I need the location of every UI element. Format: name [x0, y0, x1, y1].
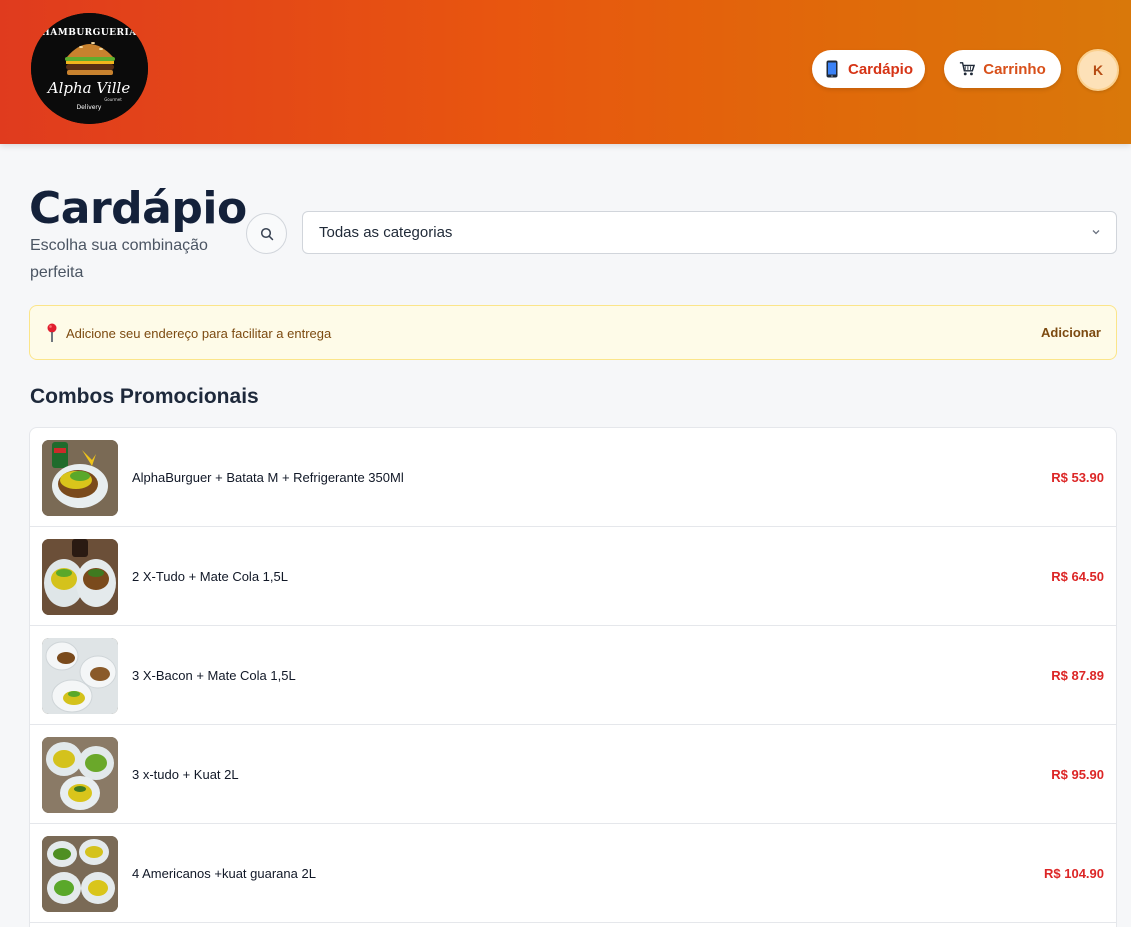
combo-list: AlphaBurguer + Batata M + Refrigerante 3… — [29, 427, 1117, 927]
top-header: Alpha Ville Gourmet Delivery HAMBURGUERI… — [0, 0, 1131, 144]
pushpin-icon — [47, 323, 57, 342]
chevron-down-icon — [1092, 230, 1100, 235]
address-banner-message: Adicione seu endereço para facilitar a e… — [66, 326, 332, 341]
list-item[interactable]: 3 x-tudo + Kuat 2L R$ 95.90 — [30, 725, 1116, 824]
svg-text:HAMBURGUERIA: HAMBURGUERIA — [41, 28, 137, 38]
list-item[interactable]: 3 X-Bacon + Mate Cola 1,5L R$ 87.89 — [30, 626, 1116, 725]
search-button[interactable] — [246, 213, 287, 254]
user-avatar[interactable]: K — [1077, 49, 1119, 91]
menu-nav-button[interactable]: Cardápio — [812, 50, 925, 88]
section-title: Combos Promocionais — [30, 385, 259, 408]
page-subtitle: Escolha sua combinação perfeita — [30, 237, 208, 281]
combo-name: 2 X-Tudo + Mate Cola 1,5L — [132, 569, 288, 584]
brand-logo[interactable]: Alpha Ville Gourmet Delivery HAMBURGUERI… — [31, 13, 148, 124]
mobile-phone-icon — [824, 60, 840, 78]
combo-name: AlphaBurguer + Batata M + Refrigerante 3… — [132, 470, 404, 485]
add-address-link[interactable]: Adicionar — [1041, 325, 1101, 340]
product-image — [42, 737, 118, 813]
combo-name: 4 Americanos +kuat guarana 2L — [132, 866, 316, 881]
page-title: Cardápio — [29, 183, 247, 234]
combo-price: R$ 104.90 — [1044, 866, 1104, 881]
search-icon — [260, 227, 273, 240]
combo-price: R$ 53.90 — [1051, 470, 1104, 485]
list-item[interactable]: AlphaBurguer + Batata M + Refrigerante 3… — [30, 428, 1116, 527]
svg-text:Alpha Ville: Alpha Ville — [46, 79, 131, 97]
combo-name: 3 x-tudo + Kuat 2L — [132, 767, 239, 782]
shopping-cart-icon — [959, 60, 976, 78]
list-item[interactable]: 2 X-Tudo + Mate Cola 1,5L R$ 64.50 — [30, 527, 1116, 626]
burger-logo-icon: Alpha Ville Gourmet Delivery HAMBURGUERI… — [31, 13, 148, 124]
product-image — [42, 836, 118, 912]
combo-name: 3 X-Bacon + Mate Cola 1,5L — [132, 668, 296, 683]
list-item[interactable]: 4 Americanos +kuat guarana 2L R$ 104.90 — [30, 824, 1116, 923]
product-image — [42, 440, 118, 516]
combo-price: R$ 64.50 — [1051, 569, 1104, 584]
product-image — [42, 539, 118, 615]
svg-text:Delivery: Delivery — [77, 104, 102, 111]
address-banner: Adicione seu endereço para facilitar a e… — [29, 305, 1117, 360]
menu-nav-label: Cardápio — [847, 60, 913, 78]
combo-price: R$ 95.90 — [1051, 767, 1104, 782]
category-select[interactable]: Todas as categorias — [302, 211, 1117, 254]
cart-nav-button[interactable]: Carrinho — [944, 50, 1061, 88]
category-select-value: Todas as categorias — [319, 224, 453, 241]
svg-text:Gourmet: Gourmet — [104, 97, 122, 102]
product-image — [42, 638, 118, 714]
cart-nav-label: Carrinho — [983, 60, 1046, 78]
combo-price: R$ 87.89 — [1051, 668, 1104, 683]
